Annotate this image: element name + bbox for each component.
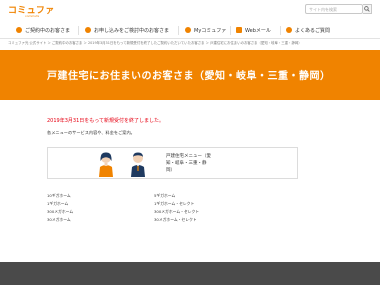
plan-link[interactable]: 5ギガホーム xyxy=(154,193,199,201)
nav-divider xyxy=(230,26,231,35)
nav-item-label: よくあるご質問 xyxy=(295,27,331,34)
card-text: 戸建住宅メニュー（愛 知・岐阜・三重・静 岡） xyxy=(166,153,211,174)
female-staff-icon xyxy=(99,152,113,177)
notice-text: 2019年3月31日をもって新規受付を終了しました。 xyxy=(47,118,165,124)
nav-item-label: Myコミュファ xyxy=(194,27,227,34)
nav-item-label: お申し込みをご検討中のお客さま xyxy=(94,27,170,34)
user-plus-icon xyxy=(85,27,91,33)
plan-link[interactable]: 300メガホーム・セレクト xyxy=(154,209,199,217)
plan-link[interactable]: 30メガホーム・セレクト xyxy=(154,217,199,225)
main-nav: ご契約中のお客さま お申し込みをご検討中のお客さま Myコミュファ Webメール… xyxy=(0,22,380,39)
search-icon xyxy=(364,6,370,12)
nav-divider xyxy=(178,26,179,35)
nav-item-faq[interactable]: よくあるご質問 xyxy=(286,22,330,38)
search-input[interactable] xyxy=(305,4,363,14)
plan-link[interactable]: 1ギガホーム xyxy=(47,201,73,209)
user-icon xyxy=(16,27,22,33)
menu-card[interactable]: 戸建住宅メニュー（愛 知・岐阜・三重・静 岡） xyxy=(47,147,298,179)
plan-link[interactable]: 10ギガホーム xyxy=(47,193,73,201)
site-footer xyxy=(0,262,380,285)
intro-text: 各メニューのサービス内容や、料金をご案内。 xyxy=(47,130,135,135)
male-staff-icon xyxy=(131,152,145,177)
plan-list-right: 5ギガホーム 1ギガホーム・セレクト 300メガホーム・セレクト 30メガホーム… xyxy=(154,193,199,225)
nav-item-prospective-customers[interactable]: お申し込みをご検討中のお客さま xyxy=(85,22,169,38)
nav-item-current-customers[interactable]: ご契約中のお客さま xyxy=(16,22,70,38)
search-button[interactable] xyxy=(363,4,372,14)
nav-item-label: Webメール xyxy=(245,27,271,34)
hero-banner: 戸建住宅にお住まいのお客さま（愛知・岐阜・三重・静岡） xyxy=(0,50,380,100)
card-text-line: 岡） xyxy=(166,168,175,173)
logo-subtext: commufa xyxy=(25,14,40,18)
nav-item-label: ご契約中のお客さま xyxy=(25,27,71,34)
breadcrumb[interactable]: コミュファ光 公式サイト ＞ ご契約中のお客さま ＞ 2019年3月31日をもっ… xyxy=(8,40,372,48)
page-title: 戸建住宅にお住まいのお客さま（愛知・岐阜・三重・静岡） xyxy=(47,71,331,82)
nav-item-webmail[interactable]: Webメール xyxy=(236,22,271,38)
nav-item-mycommufa[interactable]: Myコミュファ xyxy=(185,22,226,38)
card-text-line: 戸建住宅メニュー（愛 xyxy=(166,154,211,159)
heart-icon xyxy=(185,27,191,33)
site-header: コミュファ commufa xyxy=(0,0,380,22)
card-text-line: 知・岐阜・三重・静 xyxy=(166,161,207,166)
question-icon xyxy=(286,27,292,33)
plan-link[interactable]: 300メガホーム xyxy=(47,209,73,217)
nav-divider xyxy=(280,26,281,35)
nav-divider xyxy=(78,26,79,35)
mail-icon xyxy=(236,27,242,33)
plan-list-left: 10ギガホーム 1ギガホーム 300メガホーム 30メガホーム xyxy=(47,193,73,225)
plan-link[interactable]: 1ギガホーム・セレクト xyxy=(154,201,199,209)
plan-link[interactable]: 30メガホーム xyxy=(47,217,73,225)
commufa-logo[interactable]: コミュファ commufa xyxy=(8,3,54,18)
